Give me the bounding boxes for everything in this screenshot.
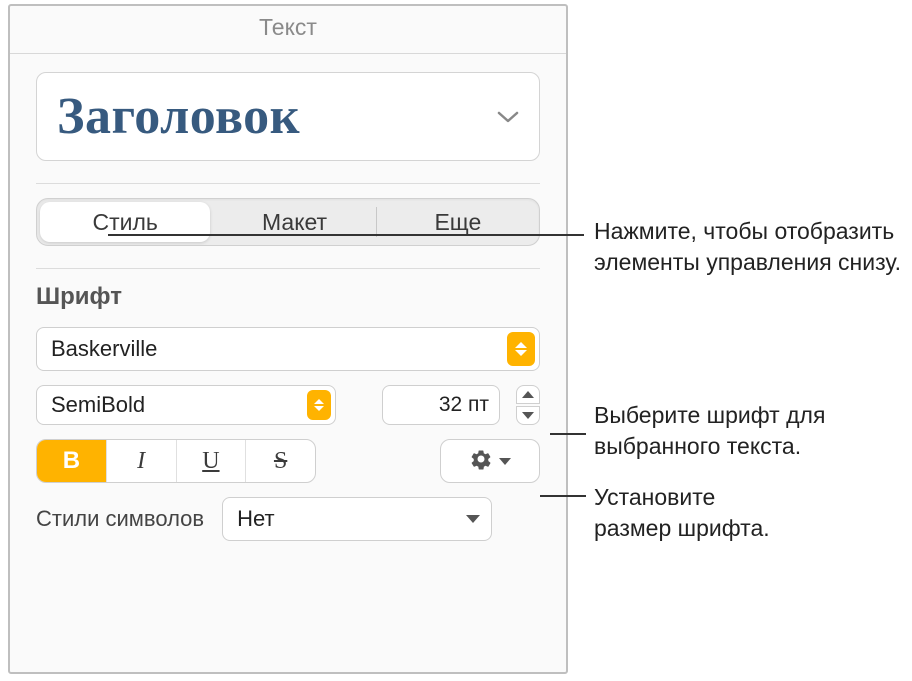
gear-icon	[469, 447, 493, 476]
panel-title: Текст	[10, 6, 566, 54]
paragraph-style-selector[interactable]: Заголовок	[36, 72, 540, 161]
callout-font: Выберите шрифт для выбранного текста.	[594, 400, 904, 462]
bold-glyph: B	[63, 447, 80, 475]
character-styles-value: Нет	[237, 506, 274, 532]
font-weight-popup[interactable]: SemiBold	[36, 385, 336, 425]
font-size-stepper	[516, 385, 540, 425]
character-styles-popup[interactable]: Нет	[222, 497, 492, 541]
font-size-step-down[interactable]	[516, 406, 540, 425]
tab-layout-label: Макет	[262, 209, 327, 236]
callout-size-line1: Установите	[594, 484, 715, 510]
text-inspector-panel: Текст Заголовок Стиль Макет Еще Шрифт Ba…	[8, 4, 568, 674]
underline-button[interactable]: U	[177, 440, 247, 482]
callout-lead-line	[108, 234, 584, 236]
tab-layout[interactable]: Макет	[213, 199, 375, 245]
advanced-font-options-button[interactable]	[440, 439, 540, 483]
callout-size: Установите размер шрифта.	[594, 482, 904, 544]
font-family-value: Baskerville	[51, 336, 157, 362]
font-weight-value: SemiBold	[51, 392, 145, 418]
font-size-value: 32 пт	[391, 393, 489, 417]
font-style-buttons: B I U S	[36, 439, 316, 483]
chevron-down-icon	[499, 458, 511, 465]
underline-glyph: U	[202, 448, 219, 475]
strikethrough-button[interactable]: S	[246, 440, 315, 482]
callout-tabs: Нажмите, чтобы отобразить элементы управ…	[594, 216, 904, 278]
paragraph-style-name: Заголовок	[57, 87, 300, 146]
font-size-field[interactable]: 32 пт	[382, 385, 500, 425]
callout-lead-line	[550, 433, 586, 435]
tab-more[interactable]: Еще	[377, 199, 539, 245]
font-size-step-up[interactable]	[516, 385, 540, 404]
tabs-segmented-control: Стиль Макет Еще	[36, 198, 540, 246]
italic-glyph: I	[137, 448, 145, 475]
chevron-down-icon	[459, 502, 487, 536]
italic-button[interactable]: I	[107, 440, 177, 482]
divider	[36, 183, 540, 184]
character-styles-label: Стили символов	[36, 506, 204, 532]
strike-glyph: S	[274, 448, 287, 475]
divider	[36, 268, 540, 269]
bold-button[interactable]: B	[37, 440, 107, 482]
callout-size-line2: размер шрифта.	[594, 515, 770, 541]
font-section-title: Шрифт	[36, 283, 540, 311]
chevron-down-icon	[497, 110, 519, 124]
callout-lead-line	[540, 495, 586, 497]
tab-style-label: Стиль	[93, 209, 158, 236]
tab-style[interactable]: Стиль	[40, 202, 210, 242]
tab-more-label: Еще	[434, 209, 481, 236]
font-family-popup[interactable]: Baskerville	[36, 327, 540, 371]
popup-arrows-icon	[507, 332, 535, 366]
popup-arrows-icon	[307, 390, 331, 420]
